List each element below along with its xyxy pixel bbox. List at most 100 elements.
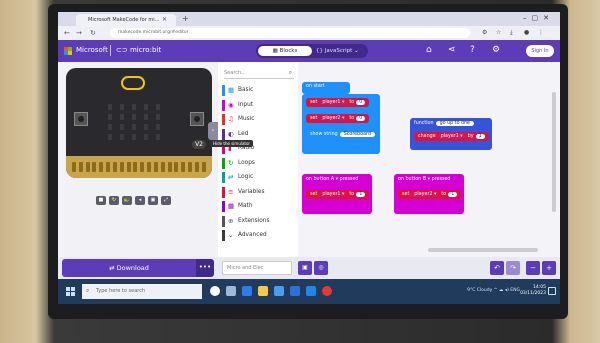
project-name-input[interactable]: Micro and Elec xyxy=(222,261,292,275)
stop-icon[interactable]: ■ xyxy=(96,196,106,205)
menu-icon[interactable]: ⋮ xyxy=(538,29,544,36)
microbit-logo: ⊂⊃ micro:bit xyxy=(116,46,162,54)
toolbox-category-math[interactable]: ▦ Math xyxy=(222,200,296,213)
zoom-in-button[interactable]: + xyxy=(542,261,556,275)
editor-bottom-bar: ⇄ Download ••• Micro and Elec ▣ ◎ ↶ ↷ − … xyxy=(58,257,560,279)
on-start-block[interactable]: on start xyxy=(302,82,350,94)
toolbox-category-input[interactable]: ◉ Input xyxy=(222,99,296,112)
toolbox-category-led[interactable]: ◐ Led xyxy=(222,128,296,141)
blocks-tab[interactable]: ▦ Blocks xyxy=(258,46,312,56)
button-a[interactable] xyxy=(74,112,88,126)
screenshot-icon[interactable]: ▣ xyxy=(148,196,158,205)
signin-button[interactable]: Sign In xyxy=(526,45,554,57)
window-controls[interactable]: –▢✕ xyxy=(523,14,554,22)
category-color-bar xyxy=(222,85,225,96)
forward-icon[interactable]: → xyxy=(76,29,82,37)
variables-icon: ≡ xyxy=(228,187,234,196)
microsoft-logo-icon xyxy=(64,47,72,55)
clock[interactable]: 14:05 03/11/2023 xyxy=(520,285,546,297)
download-button[interactable]: ⇄ Download xyxy=(62,259,196,277)
toolbox-search-input[interactable]: Search... ⌕ xyxy=(224,68,294,79)
category-label: Logic xyxy=(238,174,254,180)
url-input[interactable]: makecode.microbit.org/#editor xyxy=(110,28,470,38)
toolbox-category-advanced[interactable]: ⌄ Advanced xyxy=(222,229,296,242)
collapse-simulator-icon[interactable]: ‹ xyxy=(208,122,218,140)
mail-icon[interactable] xyxy=(290,286,300,296)
search-icon[interactable]: ⌕ xyxy=(289,69,292,77)
category-label: Extensions xyxy=(238,217,270,224)
toolbox-category-music[interactable]: ♫ Music xyxy=(222,113,296,126)
browser-tab-bar: Microsoft MakeCode for mi... ✕ + –▢✕ xyxy=(58,12,560,26)
set-player2-block[interactable]: set player2 ▾ to 0 xyxy=(306,114,370,123)
change-player1-block[interactable]: change player1 ▾ by 1 xyxy=(414,132,489,141)
task-view-icon[interactable] xyxy=(226,286,236,296)
toolbox-category-logic[interactable]: ⇄ Logic xyxy=(222,171,296,184)
restart-icon[interactable]: ↻ xyxy=(109,196,119,205)
taskbar-search-input[interactable]: Type here to search xyxy=(82,284,202,299)
toolbox-category-variables[interactable]: ≡ Variables xyxy=(222,186,296,199)
url-text: makecode.microbit.org/#editor xyxy=(118,30,189,35)
help-icon[interactable]: ? xyxy=(470,45,475,55)
settings-icon[interactable]: ⚙ xyxy=(492,45,500,55)
mute-icon[interactable]: ◂ xyxy=(135,196,145,205)
fullscreen-icon[interactable]: ⤢ xyxy=(161,196,171,205)
javascript-tab[interactable]: {} JavaScript ⌄ xyxy=(316,46,362,56)
category-color-bar xyxy=(222,128,225,140)
show-string-block[interactable]: show string Scoreboard xyxy=(306,130,379,139)
home-icon[interactable]: ⌂ xyxy=(426,45,432,55)
toolbox: Search... ⌕ ▦ Basic ◉ Input ♫ Music ◐ Led ▮ Radio… xyxy=(218,62,298,257)
input-icon: ◉ xyxy=(228,100,234,109)
windows-start-icon[interactable] xyxy=(66,287,75,296)
edge-icon[interactable] xyxy=(242,286,252,296)
set-b-player2-block[interactable]: set player2 ▾ to 1 xyxy=(398,190,462,199)
search-placeholder: Search... xyxy=(224,70,246,76)
notification-icon[interactable] xyxy=(548,287,556,295)
share-icon[interactable]: ⋖ xyxy=(448,45,456,55)
version-badge: V2 xyxy=(192,140,206,149)
teams-icon[interactable] xyxy=(306,286,316,296)
toolbox-category-extensions[interactable]: ⊕ Extensions xyxy=(222,215,296,228)
set-player1-block[interactable]: set player1 ▾ to 0 xyxy=(306,98,370,107)
back-icon[interactable]: ← xyxy=(64,29,70,37)
edge-connector xyxy=(66,156,212,178)
zoom-out-button[interactable]: − xyxy=(526,261,540,275)
system-tray[interactable]: 9°C Cloudy ^ ☁ ◂) ENG xyxy=(467,288,520,293)
workspace-scrollbar-horizontal[interactable] xyxy=(428,248,538,252)
category-color-bar xyxy=(222,186,225,198)
more-options-button[interactable]: ••• xyxy=(196,259,214,277)
store-icon[interactable] xyxy=(274,286,284,296)
category-color-bar xyxy=(222,157,225,169)
chrome-icon[interactable] xyxy=(322,286,332,296)
category-color-bar xyxy=(222,172,225,183)
blocks-workspace[interactable]: on start set player1 ▾ to 0 set player2 ▾ to 0… xyxy=(298,62,560,257)
toolbox-category-basic[interactable]: ▦ Basic xyxy=(222,84,296,97)
button-b[interactable] xyxy=(190,112,204,126)
workspace-scrollbar-vertical[interactable] xyxy=(552,92,556,212)
extensions-icon: ⊕ xyxy=(228,216,234,225)
category-color-bar xyxy=(222,215,225,227)
toolbox-category-loops[interactable]: ↻ Loops xyxy=(222,157,296,170)
plus-icon[interactable]: + xyxy=(182,14,189,23)
extensions-icon[interactable]: ⚙ xyxy=(482,29,487,36)
profile-icon[interactable]: ● xyxy=(524,29,529,36)
browser-tab[interactable]: Microsoft MakeCode for mi... xyxy=(76,14,176,26)
undo-button[interactable]: ↶ xyxy=(490,261,504,275)
set-a-player1-block[interactable]: set player1 ▾ to 1 xyxy=(306,190,370,199)
bookmark-icon[interactable]: ☆ xyxy=(496,29,501,36)
save-button[interactable]: ▣ xyxy=(298,261,312,275)
close-icon[interactable]: ✕ xyxy=(162,16,167,23)
category-label: Loops xyxy=(238,159,255,166)
github-button[interactable]: ◎ xyxy=(314,261,328,275)
redo-button[interactable]: ↷ xyxy=(506,261,520,275)
category-color-bar xyxy=(222,201,225,212)
advanced-icon: ⌄ xyxy=(228,231,234,239)
microbit-simulator[interactable]: V2 xyxy=(66,68,212,178)
touch-logo[interactable] xyxy=(121,76,145,90)
tab-title: Microsoft MakeCode for mi... xyxy=(88,17,160,23)
reload-icon[interactable]: ↻ xyxy=(90,29,96,37)
cortana-icon[interactable] xyxy=(210,286,220,296)
file-explorer-icon[interactable] xyxy=(258,286,268,296)
slowmo-icon[interactable]: 🐢 xyxy=(122,196,132,205)
download-icon[interactable]: ⤓ xyxy=(510,29,513,37)
project-name-text: Micro and Elec xyxy=(227,265,264,271)
